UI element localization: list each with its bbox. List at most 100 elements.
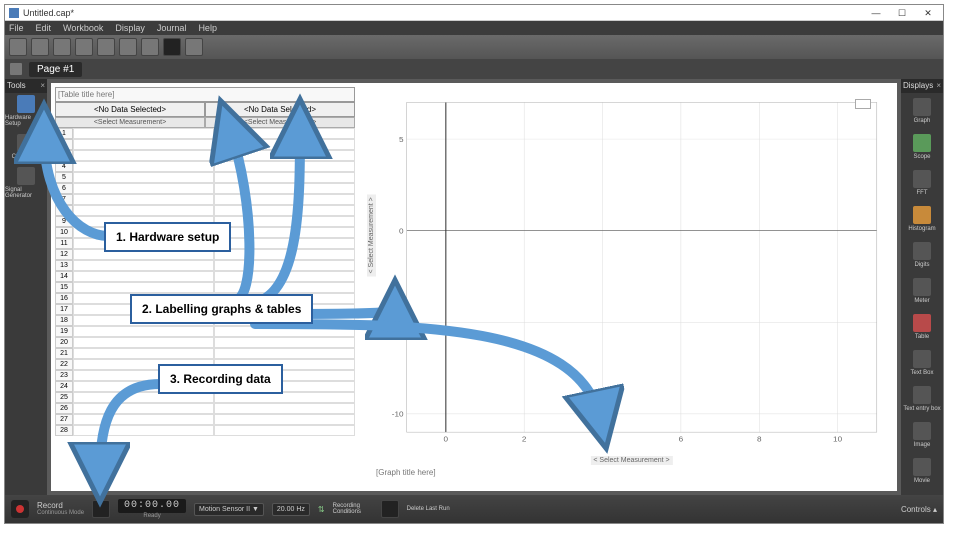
cell[interactable] <box>214 150 355 161</box>
table-row[interactable]: 7 <box>55 194 355 205</box>
recording-conditions-button[interactable]: Recording Conditions <box>333 503 373 515</box>
table-col1-header[interactable]: <No Data Selected> <box>55 102 205 117</box>
tools-item-hardware-setup[interactable]: Hardware Setup <box>5 93 47 129</box>
display-item-movie[interactable]: Movie <box>901 453 943 489</box>
cell[interactable] <box>73 337 214 348</box>
cell[interactable] <box>214 128 355 139</box>
minimize-button[interactable]: — <box>865 7 887 19</box>
x-axis-label[interactable]: < Select Measurement > <box>590 456 672 465</box>
display-item-fft[interactable]: FFT <box>901 165 943 201</box>
save-icon[interactable] <box>53 38 71 56</box>
legend-box[interactable] <box>855 99 871 109</box>
table-row[interactable]: 19 <box>55 326 355 337</box>
menu-file[interactable]: File <box>9 23 24 33</box>
chevron-up-icon[interactable]: ▴ <box>933 505 937 514</box>
table-row[interactable]: 15 <box>55 282 355 293</box>
cell[interactable] <box>214 161 355 172</box>
cell[interactable] <box>73 183 214 194</box>
table-row[interactable]: 20 <box>55 337 355 348</box>
cell[interactable] <box>73 128 214 139</box>
cell[interactable] <box>73 271 214 282</box>
cell[interactable] <box>73 326 214 337</box>
record-button[interactable] <box>11 500 29 518</box>
cell[interactable] <box>73 172 214 183</box>
y-axis-label[interactable]: < Select Measurement > <box>367 194 376 276</box>
tool-icon[interactable] <box>75 38 93 56</box>
display-item-image[interactable]: Image <box>901 417 943 453</box>
new-icon[interactable] <box>9 38 27 56</box>
close-icon[interactable]: × <box>40 79 45 93</box>
cell[interactable] <box>214 183 355 194</box>
menu-help[interactable]: Help <box>198 23 217 33</box>
cell[interactable] <box>73 161 214 172</box>
display-item-digits[interactable]: Digits <box>901 237 943 273</box>
table-row[interactable]: 21 <box>55 348 355 359</box>
sensor-select[interactable]: Motion Sensor II ▼ <box>194 503 264 516</box>
tool-icon[interactable] <box>97 38 115 56</box>
cell[interactable] <box>73 414 214 425</box>
table-row[interactable]: 6 <box>55 183 355 194</box>
table-row[interactable]: 14 <box>55 271 355 282</box>
cell[interactable] <box>214 271 355 282</box>
menu-workbook[interactable]: Workbook <box>63 23 103 33</box>
close-button[interactable]: ✕ <box>917 7 939 19</box>
page-tab[interactable]: Page #1 <box>29 62 82 77</box>
cell[interactable] <box>214 403 355 414</box>
sample-icon[interactable]: ⇅ <box>318 505 325 514</box>
tool-icon[interactable] <box>119 38 137 56</box>
table-col2-header[interactable]: <No Data Selected> <box>205 102 355 117</box>
rate-input[interactable]: 20.00 Hz <box>272 503 310 516</box>
display-item-text-entry-box[interactable]: Text entry box <box>901 381 943 417</box>
display-item-table[interactable]: Table <box>901 309 943 345</box>
display-item-graph[interactable]: Graph <box>901 93 943 129</box>
mode-label[interactable]: Continuous Mode <box>37 510 84 516</box>
cell[interactable] <box>214 260 355 271</box>
table-row[interactable]: 28 <box>55 425 355 436</box>
table-row[interactable]: 13 <box>55 260 355 271</box>
cell[interactable] <box>73 403 214 414</box>
cell[interactable] <box>214 205 355 216</box>
cell[interactable] <box>73 150 214 161</box>
controls-label[interactable]: Controls <box>901 505 931 514</box>
graph-title[interactable]: [Graph title here] <box>376 468 436 477</box>
cell[interactable] <box>214 172 355 183</box>
table-title[interactable]: [Table title here] <box>55 87 355 102</box>
table-col1-select[interactable]: <Select Measurement> <box>55 117 205 128</box>
cell[interactable] <box>214 425 355 436</box>
table-row[interactable]: 27 <box>55 414 355 425</box>
menu-journal[interactable]: Journal <box>157 23 187 33</box>
maximize-button[interactable]: ☐ <box>891 7 913 19</box>
table-row[interactable]: 3 <box>55 150 355 161</box>
cell[interactable] <box>73 194 214 205</box>
tool-icon[interactable] <box>185 38 203 56</box>
cell[interactable] <box>73 260 214 271</box>
cell[interactable] <box>214 238 355 249</box>
menu-display[interactable]: Display <box>115 23 145 33</box>
snapshot-icon[interactable] <box>163 38 181 56</box>
display-item-meter[interactable]: Meter <box>901 273 943 309</box>
table-row[interactable]: 26 <box>55 403 355 414</box>
table-col2-select[interactable]: <Select Measurement> <box>205 117 355 128</box>
cell[interactable] <box>73 139 214 150</box>
play-icon[interactable] <box>92 500 110 518</box>
tools-item-signal-generator[interactable]: Signal Generator <box>5 165 47 201</box>
tools-item-calibration[interactable]: Calibration <box>5 129 47 165</box>
table-row[interactable]: 2 <box>55 139 355 150</box>
cell[interactable] <box>214 326 355 337</box>
cell[interactable] <box>214 227 355 238</box>
cell[interactable] <box>214 249 355 260</box>
menu-edit[interactable]: Edit <box>36 23 52 33</box>
open-icon[interactable] <box>31 38 49 56</box>
cell[interactable] <box>73 425 214 436</box>
delete-last-run-button[interactable]: Delete Last Run <box>407 506 450 512</box>
cell[interactable] <box>73 348 214 359</box>
tool-icon[interactable] <box>141 38 159 56</box>
display-item-text-box[interactable]: Text Box <box>901 345 943 381</box>
table-row[interactable]: 4 <box>55 161 355 172</box>
cell[interactable] <box>214 139 355 150</box>
cell[interactable] <box>214 414 355 425</box>
table-row[interactable]: 1 <box>55 128 355 139</box>
table-row[interactable]: 8 <box>55 205 355 216</box>
close-icon[interactable]: × <box>936 79 941 93</box>
display-item-histogram[interactable]: Histogram <box>901 201 943 237</box>
